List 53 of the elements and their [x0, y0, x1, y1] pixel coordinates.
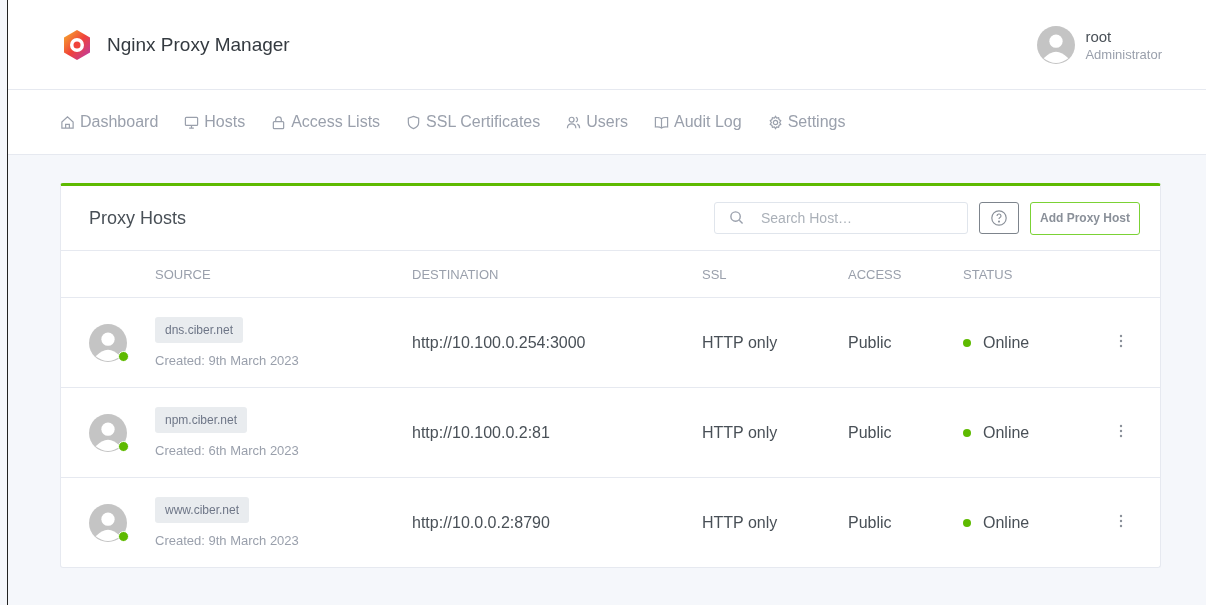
book-icon [654, 114, 669, 130]
gear-icon [767, 114, 783, 130]
user-role: Administrator [1085, 46, 1162, 62]
destination-url: http://10.100.0.2:81 [412, 423, 550, 441]
access-value: Public [848, 513, 892, 531]
home-icon [60, 114, 75, 130]
monitor-icon [184, 114, 200, 130]
status-text: Online [983, 423, 1030, 442]
avatar-icon [89, 323, 127, 362]
column-header: SSL [702, 266, 727, 282]
column-header: ACCESS [848, 266, 902, 282]
ssl-value: HTTP only [702, 423, 778, 441]
users-icon [566, 114, 582, 130]
more-icon[interactable] [1119, 423, 1123, 438]
domain-tag: www.ciber.net [155, 497, 250, 523]
more-icon[interactable] [1119, 513, 1123, 528]
app-title: Nginx Proxy Manager [107, 33, 290, 56]
help-button[interactable] [979, 202, 1019, 234]
avatar-icon [1037, 25, 1076, 64]
created-date: Created: 9th March 2023 [155, 353, 300, 368]
status-text: Online [983, 513, 1030, 532]
avatar-icon [89, 503, 127, 542]
column-header: DESTINATION [412, 266, 499, 282]
user-name: root [1085, 27, 1113, 45]
access-value: Public [848, 333, 892, 351]
help-icon [990, 209, 1008, 227]
more-icon[interactable] [1119, 333, 1123, 348]
search-field[interactable]: Search Host… [714, 202, 968, 234]
access-value: Public [848, 423, 892, 441]
avatar-icon [89, 413, 127, 452]
ssl-value: HTTP only [702, 333, 778, 351]
status-text: Online [983, 333, 1030, 352]
add-proxy-host-button[interactable]: Add Proxy Host [1030, 201, 1140, 235]
nav-link[interactable]: SSL Certificates [406, 113, 541, 131]
destination-url: http://10.100.0.254:3000 [412, 333, 586, 351]
created-date: Created: 6th March 2023 [155, 443, 300, 458]
shield-icon [406, 114, 422, 130]
nav-link[interactable]: Users [566, 113, 628, 131]
ssl-value: HTTP only [702, 513, 778, 531]
destination-url: http://10.0.0.2:8790 [412, 513, 550, 531]
column-header: STATUS [963, 266, 1013, 282]
created-date: Created: 9th March 2023 [155, 533, 300, 548]
lock-icon [271, 114, 287, 130]
domain-tag: npm.ciber.net [155, 407, 248, 433]
nav-link[interactable]: Access Lists [271, 113, 381, 131]
nav-link[interactable]: Settings [767, 113, 846, 131]
logo-icon [61, 28, 93, 61]
nav-link[interactable]: Audit Log [654, 113, 742, 131]
nav-link[interactable]: Dashboard [60, 113, 159, 131]
column-header: SOURCE [155, 266, 211, 282]
nav-link[interactable]: Hosts [184, 113, 246, 131]
domain-tag: dns.ciber.net [155, 317, 244, 343]
card-title: Proxy Hosts [89, 207, 187, 229]
